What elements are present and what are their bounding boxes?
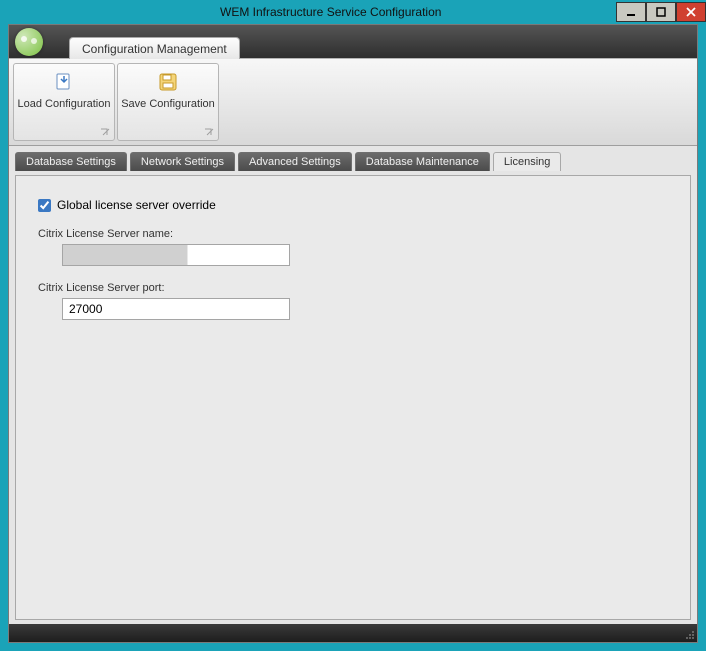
status-bar [9, 624, 697, 642]
licensing-panel: Global license server override Citrix Li… [15, 175, 691, 620]
ribbon-tab-config-management[interactable]: Configuration Management [69, 37, 240, 59]
titlebar[interactable]: WEM Infrastructure Service Configuration [0, 0, 706, 24]
resize-grip[interactable] [683, 628, 695, 640]
window-root: WEM Infrastructure Service Configuration… [0, 0, 706, 651]
save-configuration-button[interactable]: Save Configuration [117, 63, 219, 141]
license-server-name-label: Citrix License Server name: [38, 228, 668, 240]
tab-licensing[interactable]: Licensing [493, 152, 561, 171]
ribbon-tab-label: Configuration Management [82, 42, 227, 56]
window-title: WEM Infrastructure Service Configuration [220, 5, 441, 19]
resize-grip-icon [683, 628, 695, 640]
license-server-port-label: Citrix License Server port: [38, 282, 668, 294]
maximize-icon [656, 7, 666, 17]
license-server-port-input[interactable] [62, 298, 290, 320]
save-config-icon [158, 72, 178, 92]
load-configuration-button[interactable]: Load Configuration [13, 63, 115, 141]
global-license-override-label: Global license server override [57, 198, 216, 212]
settings-tabstrip: Database Settings Network Settings Advan… [15, 152, 691, 171]
load-config-label: Load Configuration [18, 98, 111, 110]
dialog-launcher-icon [204, 128, 214, 138]
maximize-button[interactable] [646, 2, 676, 22]
ribbon-body: Load Configuration Save Configuration [9, 58, 697, 146]
minimize-button[interactable] [616, 2, 646, 22]
load-config-icon [54, 72, 74, 92]
tab-label: Licensing [504, 156, 550, 168]
tab-database-settings[interactable]: Database Settings [15, 152, 127, 171]
tab-label: Network Settings [141, 156, 224, 168]
dialog-launcher-icon [100, 128, 110, 138]
save-config-label: Save Configuration [121, 98, 215, 110]
ribbon-tab-bar: Configuration Management [9, 25, 697, 58]
tab-network-settings[interactable]: Network Settings [130, 152, 235, 171]
minimize-icon [626, 7, 636, 17]
global-license-override-checkbox[interactable] [38, 199, 51, 212]
close-button[interactable] [676, 2, 706, 22]
tab-database-maintenance[interactable]: Database Maintenance [355, 152, 490, 171]
close-icon [686, 7, 696, 17]
app-logo-icon [15, 28, 43, 56]
tab-label: Database Settings [26, 156, 116, 168]
tab-label: Advanced Settings [249, 156, 341, 168]
tab-advanced-settings[interactable]: Advanced Settings [238, 152, 352, 171]
client-area: Configuration Management Load Configurat… [8, 24, 698, 643]
license-server-name-input[interactable] [62, 244, 290, 266]
tab-label: Database Maintenance [366, 156, 479, 168]
